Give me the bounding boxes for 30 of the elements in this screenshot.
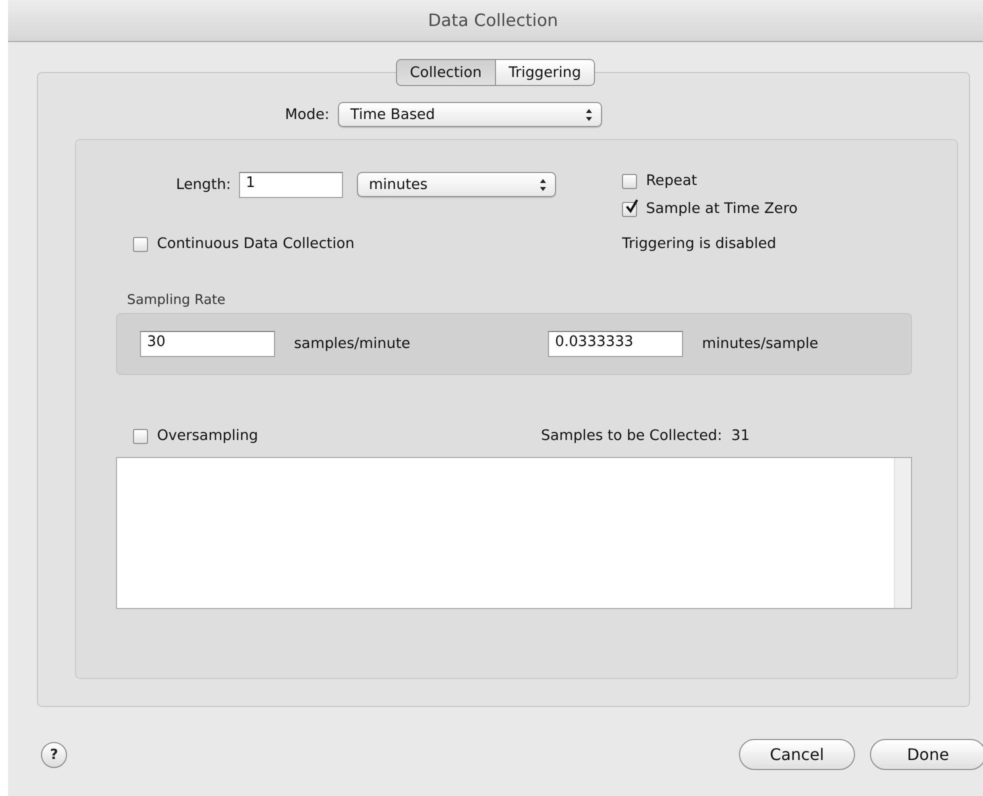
select-value: Time Based (350, 106, 436, 122)
help-button[interactable]: ? (41, 742, 67, 768)
push-button[interactable]: Cancel (739, 739, 855, 770)
length-label: Length: (176, 176, 231, 192)
push-button[interactable]: Done (870, 739, 983, 770)
checkbox[interactable] (133, 428, 148, 444)
checkbox[interactable] (133, 236, 148, 252)
checkbox-label: Continuous Data Collection (157, 236, 354, 252)
stepper-arrows-icon (585, 108, 594, 122)
select-value: minutes (368, 176, 428, 192)
unit-label: samples/minute (294, 336, 412, 352)
mode-select[interactable]: Time Based (338, 102, 602, 127)
unit-label: minutes/sample (702, 336, 818, 352)
tab[interactable]: Collection (396, 59, 496, 86)
unit-select[interactable]: minutes (356, 172, 556, 197)
length-field[interactable]: 1 (238, 172, 343, 198)
checkbox-label: Repeat (646, 173, 698, 189)
tab[interactable]: Triggering (496, 59, 596, 86)
checkbox-label: Sample at Time Zero (646, 201, 798, 217)
window-title: Data Collection (428, 10, 558, 30)
checkbox[interactable] (622, 174, 637, 188)
trigger-status: Triggering is disabled (622, 236, 776, 252)
mode-label: Mode: (285, 106, 330, 122)
samples-count: Samples to be Collected: 31 (541, 428, 750, 444)
stepper-arrows-icon (538, 178, 547, 192)
rate-field[interactable]: 30 (140, 331, 275, 357)
group-title: Sampling Rate (127, 292, 226, 308)
checkbox-label: Oversampling (157, 428, 258, 444)
checkbox[interactable] (622, 202, 637, 216)
interval-field[interactable]: 0.0333333 (548, 331, 683, 357)
